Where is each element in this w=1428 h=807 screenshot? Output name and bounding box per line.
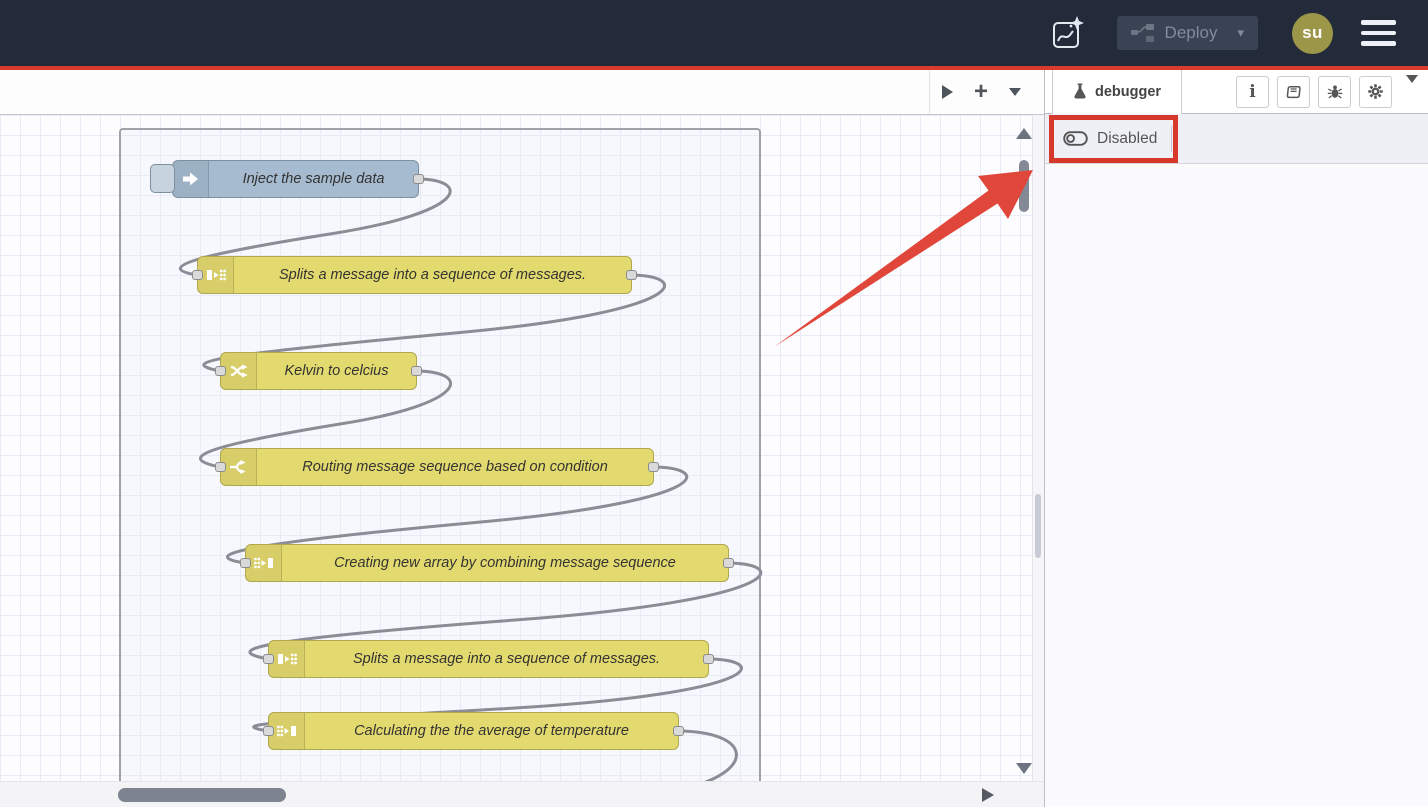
output-port[interactable] bbox=[626, 270, 637, 280]
flow-canvas[interactable]: Inject the sample data Splits a message i… bbox=[0, 115, 1032, 781]
scroll-down-icon[interactable] bbox=[1016, 763, 1032, 774]
avatar-initials: su bbox=[1302, 23, 1323, 43]
hamburger-icon[interactable] bbox=[1361, 20, 1396, 46]
docs-button[interactable] bbox=[1277, 76, 1310, 108]
header-bar: Deploy ▾ su bbox=[0, 0, 1428, 66]
inject-trigger-button[interactable] bbox=[150, 164, 175, 193]
deploy-button[interactable]: Deploy ▾ bbox=[1117, 16, 1258, 50]
switch-icon bbox=[221, 449, 257, 485]
vertical-scroll-gutter bbox=[1032, 115, 1044, 781]
debug-filter-row: Disabled bbox=[1045, 114, 1428, 164]
disabled-toggle-button[interactable]: Disabled bbox=[1045, 122, 1171, 156]
split-icon bbox=[198, 257, 234, 293]
book-icon bbox=[1285, 84, 1302, 100]
chevron-down-icon[interactable]: ▾ bbox=[1227, 25, 1244, 41]
scroll-right-icon[interactable] bbox=[982, 788, 994, 802]
tab-label: debugger bbox=[1095, 84, 1161, 100]
chevron-down-icon bbox=[1406, 75, 1418, 100]
node-inject-1[interactable]: Inject the sample data bbox=[172, 160, 419, 198]
sidebar-resize-handle[interactable] bbox=[1035, 494, 1041, 558]
node-split-2[interactable]: Splits a message into a sequence of mess… bbox=[268, 640, 709, 678]
input-port[interactable] bbox=[263, 726, 274, 736]
output-port[interactable] bbox=[703, 654, 714, 664]
node-label: Calculating the the average of temperatu… bbox=[305, 713, 678, 749]
disabled-label: Disabled bbox=[1097, 130, 1157, 148]
input-port[interactable] bbox=[240, 558, 251, 568]
node-switch-1[interactable]: Routing message sequence based on condit… bbox=[220, 448, 654, 486]
split-icon bbox=[269, 641, 305, 677]
horizontal-scroll-thumb[interactable] bbox=[118, 788, 286, 802]
toggle-off-icon bbox=[1063, 131, 1088, 146]
input-port[interactable] bbox=[215, 366, 226, 376]
node-label: Kelvin to celcius bbox=[257, 353, 416, 389]
flow-list-button[interactable] bbox=[998, 70, 1032, 114]
node-label: Splits a message into a sequence of mess… bbox=[305, 641, 708, 677]
output-port[interactable] bbox=[648, 462, 659, 472]
sidebar-toolbar: debugger i bbox=[1045, 70, 1428, 114]
sidebar: debugger i bbox=[1044, 70, 1428, 807]
vertical-scroll-thumb[interactable] bbox=[1019, 160, 1029, 212]
deploy-nodes-icon bbox=[1131, 23, 1155, 43]
scroll-tabs-right-button[interactable] bbox=[930, 70, 964, 114]
node-label: Creating new array by combining message … bbox=[282, 545, 728, 581]
node-label: Routing message sequence based on condit… bbox=[257, 449, 653, 485]
node-change-1[interactable]: Kelvin to celcius bbox=[220, 352, 417, 390]
avatar[interactable]: su bbox=[1292, 13, 1333, 54]
plus-icon: + bbox=[974, 80, 988, 104]
output-port[interactable] bbox=[723, 558, 734, 568]
flask-icon bbox=[1073, 83, 1087, 100]
join-icon bbox=[269, 713, 305, 749]
filter-divider bbox=[1171, 126, 1172, 152]
output-port[interactable] bbox=[413, 174, 424, 184]
flow-tabbar: + bbox=[0, 70, 1044, 115]
output-port[interactable] bbox=[673, 726, 684, 736]
flow-export-icon[interactable] bbox=[1049, 14, 1087, 52]
add-flow-button[interactable]: + bbox=[964, 70, 998, 114]
input-port[interactable] bbox=[215, 462, 226, 472]
input-port[interactable] bbox=[192, 270, 203, 280]
play-right-icon bbox=[942, 85, 953, 99]
output-port[interactable] bbox=[411, 366, 422, 376]
node-join-1[interactable]: Creating new array by combining message … bbox=[245, 544, 729, 582]
gear-icon bbox=[1367, 83, 1384, 100]
sidebar-menu-button[interactable] bbox=[1406, 83, 1418, 101]
tab-debugger[interactable]: debugger bbox=[1052, 70, 1182, 114]
node-red-app: Deploy ▾ su + Inject the sample data Spli… bbox=[0, 0, 1428, 807]
node-label: Splits a message into a sequence of mess… bbox=[234, 257, 631, 293]
deploy-label: Deploy bbox=[1165, 23, 1218, 43]
bug-icon bbox=[1327, 84, 1343, 100]
change-icon bbox=[221, 353, 257, 389]
node-join-2[interactable]: Calculating the the average of temperatu… bbox=[268, 712, 679, 750]
node-split-1[interactable]: Splits a message into a sequence of mess… bbox=[197, 256, 632, 294]
info-icon: i bbox=[1249, 82, 1255, 102]
settings-button[interactable] bbox=[1359, 76, 1392, 108]
horizontal-scrollbar[interactable] bbox=[0, 781, 1044, 807]
inject-icon bbox=[173, 161, 209, 197]
info-button[interactable]: i bbox=[1236, 76, 1269, 108]
node-label: Inject the sample data bbox=[209, 161, 418, 197]
debug-panel-content bbox=[1045, 164, 1428, 807]
scroll-up-icon[interactable] bbox=[1016, 128, 1032, 139]
input-port[interactable] bbox=[263, 654, 274, 664]
chevron-down-icon bbox=[1009, 88, 1021, 96]
join-icon bbox=[246, 545, 282, 581]
workspace: + Inject the sample data Splits a message… bbox=[0, 70, 1044, 807]
debug-button[interactable] bbox=[1318, 76, 1351, 108]
